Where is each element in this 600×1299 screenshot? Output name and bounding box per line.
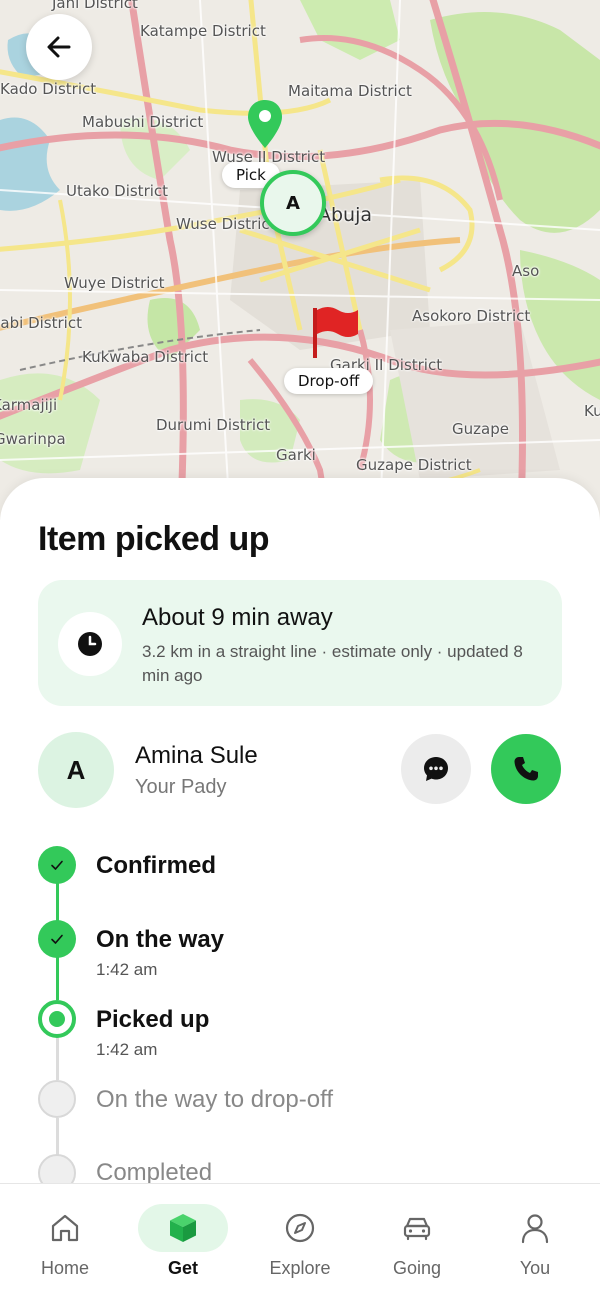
check-icon: [51, 860, 63, 870]
map-tiles: [0, 0, 600, 520]
district-label: Durumi District: [156, 416, 271, 434]
district-label: Guzape District: [356, 456, 472, 474]
courier-marker[interactable]: A: [260, 170, 326, 236]
nav-label: Get: [167, 1258, 198, 1278]
district-label: Utako District: [66, 182, 169, 200]
district-label: Kado District: [0, 80, 97, 98]
dropoff-flag-icon[interactable]: [310, 304, 360, 360]
district-label: Katampe District: [140, 22, 266, 40]
nav-label: You: [519, 1258, 551, 1278]
status-title: Item picked up: [38, 520, 270, 558]
district-label: Aso: [512, 262, 540, 280]
nav-label: Home: [40, 1258, 89, 1278]
nav-item-you[interactable]: You: [475, 1184, 595, 1299]
step-done-dot: [38, 846, 76, 884]
step-done-dot: [38, 920, 76, 958]
nav-label: Going: [392, 1258, 442, 1278]
call-button[interactable]: [491, 734, 561, 804]
district-label: Wuye District: [64, 274, 165, 292]
driver-avatar: A: [38, 732, 114, 808]
bottom-navigation: Home Get Explore Going You: [0, 1183, 600, 1299]
nav-label: Explore: [269, 1258, 331, 1278]
timeline-connector: [56, 880, 59, 922]
pickup-pin-icon[interactable]: [246, 98, 284, 150]
chat-bubble-icon: [424, 757, 448, 781]
clock-icon: [78, 632, 102, 656]
step-label: Picked up: [96, 1006, 210, 1033]
step-label: Confirmed: [96, 852, 216, 879]
user-icon: [521, 1214, 549, 1244]
district-label: Maitama District: [288, 82, 412, 100]
step-time: 1:42 am: [96, 960, 158, 979]
nav-item-home[interactable]: Home: [5, 1184, 125, 1299]
district-label: Karmajiji: [0, 396, 58, 414]
nav-item-get[interactable]: Get: [123, 1184, 243, 1299]
step-label: On the way: [96, 926, 225, 953]
district-label: Garki: [276, 446, 316, 464]
district-label: Guzape: [452, 420, 509, 438]
car-icon: [403, 1217, 431, 1241]
phone-icon: [514, 757, 538, 781]
driver-name: Amina Sule: [135, 742, 258, 769]
eta-note: 3.2 km in a straight line · estimate onl…: [142, 642, 523, 685]
box-icon: [170, 1214, 196, 1242]
step-pending-dot: [38, 1080, 76, 1118]
driver-role: Your Pady: [135, 776, 227, 798]
nav-item-going[interactable]: Going: [357, 1184, 477, 1299]
clock-icon-container: [58, 612, 122, 676]
step-time: 1:42 am: [96, 1040, 158, 1059]
nav-item-explore[interactable]: Explore: [240, 1184, 360, 1299]
check-icon: [51, 934, 63, 944]
district-label: Jabi District: [0, 314, 82, 332]
step-current-dot: [38, 1000, 76, 1038]
district-label: Ku: [584, 402, 600, 420]
city-label: Abuja: [318, 204, 373, 226]
district-label: Jahi District: [52, 0, 138, 12]
delivery-status-sheet: Item picked up About 9 min away 3.2 km i…: [0, 478, 600, 1299]
district-label: Gwarinpa: [0, 430, 66, 448]
district-label: Kukwaba District: [82, 348, 209, 366]
map-view[interactable]: Jahi District Katampe District Kado Dist…: [0, 0, 600, 520]
dropoff-tag: Drop-off: [284, 368, 374, 394]
compass-icon: [285, 1213, 315, 1243]
step-label: On the way to drop-off: [96, 1086, 334, 1113]
timeline-connector: [56, 1034, 59, 1080]
district-label: Asokoro District: [412, 307, 531, 325]
back-button[interactable]: [26, 14, 92, 80]
chat-button[interactable]: [401, 734, 471, 804]
district-label: Wuse District: [176, 215, 276, 233]
timeline-connector: [56, 954, 59, 1000]
arrow-left-icon: [47, 36, 71, 58]
district-label: Mabushi District: [82, 113, 204, 131]
timeline-connector: [56, 1118, 59, 1156]
eta-card: About 9 min away 3.2 km in a straight li…: [38, 580, 562, 706]
eta-title: About 9 min away: [142, 604, 333, 631]
home-icon: [51, 1214, 79, 1242]
